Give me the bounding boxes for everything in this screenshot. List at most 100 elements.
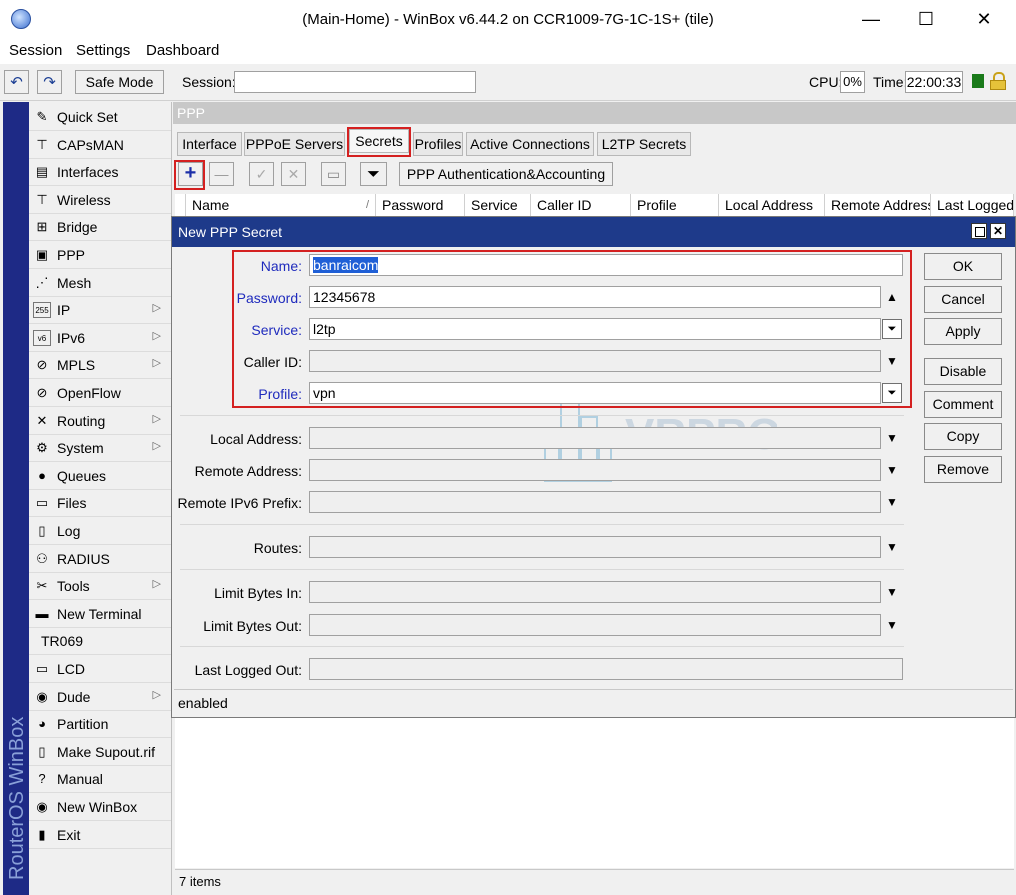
check-icon: ✓	[255, 166, 268, 182]
close-button[interactable]: ✕	[955, 0, 1013, 38]
column-remote-address[interactable]: Remote Address	[825, 194, 931, 216]
sidebar-item-new-winbox[interactable]: ◉ New WinBox	[29, 794, 171, 821]
sidebar-item-label: Tools	[57, 578, 90, 595]
disable-button[interactable]: Disable	[924, 358, 1002, 385]
sidebar-item-queues[interactable]: ● Queues	[29, 463, 171, 490]
sidebar-item-system[interactable]: ⚙ System ▷	[29, 435, 171, 463]
enable-button[interactable]: ✓	[249, 162, 274, 186]
remote-address-input[interactable]	[309, 459, 881, 481]
menu-dashboard[interactable]: Dashboard	[146, 42, 219, 59]
limit-bytes-out-input[interactable]	[309, 614, 881, 636]
dialog-title: New PPP Secret	[178, 224, 283, 240]
sidebar-item-interfaces[interactable]: ▤ Interfaces	[29, 159, 171, 187]
safe-mode-button[interactable]: Safe Mode	[75, 70, 164, 94]
column-last-logged[interactable]: Last Logged	[931, 194, 1014, 216]
column-name[interactable]: Name /	[186, 194, 376, 216]
dialog-close-button[interactable]: ✕	[990, 223, 1006, 239]
limit-bytes-in-input[interactable]	[309, 581, 881, 603]
minimize-button[interactable]: —	[842, 0, 900, 38]
menu-settings[interactable]: Settings	[76, 42, 130, 59]
sidebar-item-partition[interactable]: ◕ Partition	[29, 711, 171, 739]
sidebar-item-label: Quick Set	[57, 109, 118, 125]
filter-button[interactable]: ⏷	[360, 162, 387, 186]
column-caller-id[interactable]: Caller ID	[531, 194, 631, 216]
sidebar-item-log[interactable]: ▯ Log	[29, 518, 171, 545]
maximize-button[interactable]: ☐	[897, 0, 955, 38]
sidebar-item-routing[interactable]: ✕ Routing ▷	[29, 408, 171, 435]
cancel-button[interactable]: Cancel	[924, 286, 1002, 313]
sidebar-item-mpls[interactable]: ⊘ MPLS ▷	[29, 352, 171, 380]
sidebar-item-files[interactable]: ▭ Files	[29, 490, 171, 518]
local-address-dropdown-icon[interactable]: ▼	[881, 427, 903, 449]
remove-button[interactable]: Remove	[924, 456, 1002, 483]
sidebar-item-capsman[interactable]: ⊤ CAPsMAN	[29, 132, 171, 159]
limit-bytes-out-dropdown-icon[interactable]: ▼	[881, 614, 903, 636]
sidebar-item-dude[interactable]: ◉ Dude ▷	[29, 684, 171, 711]
sidebar-item-bridge[interactable]: ⊞ Bridge	[29, 214, 171, 242]
routes-input[interactable]	[309, 536, 881, 558]
sidebar-item-ip[interactable]: 255 IP ▷	[29, 297, 171, 325]
sidebar-item-ipv6[interactable]: v6 IPv6 ▷	[29, 325, 171, 352]
session-label: Session:	[182, 74, 236, 90]
service-dropdown-icon[interactable]: ⏷	[882, 319, 902, 339]
local-address-input[interactable]	[309, 427, 881, 449]
tab-active-connections[interactable]: Active Connections	[466, 132, 594, 156]
profile-dropdown-icon[interactable]: ⏷	[882, 383, 902, 403]
comment-button[interactable]: Comment	[924, 391, 1002, 418]
remote-ipv6-prefix-dropdown-icon[interactable]: ▼	[881, 491, 903, 513]
profile-select[interactable]: vpn	[309, 382, 881, 404]
sidebar-item-tr069[interactable]: TR069	[29, 628, 171, 656]
comment-button[interactable]: ▭	[321, 162, 346, 186]
ppp-auth-accounting-button[interactable]: PPP Authentication&Accounting	[399, 162, 613, 186]
caller-id-input[interactable]	[309, 350, 881, 372]
tab-interface[interactable]: Interface	[177, 132, 242, 156]
name-value: banraicom	[313, 257, 379, 273]
service-select[interactable]: l2tp	[309, 318, 881, 340]
routes-dropdown-icon[interactable]: ▼	[881, 536, 903, 558]
sidebar-item-openflow[interactable]: ⊘ OpenFlow	[29, 380, 171, 407]
tab-profiles[interactable]: Profiles	[413, 132, 463, 156]
disable-button[interactable]: ✕	[281, 162, 306, 186]
column-password[interactable]: Password	[376, 194, 465, 216]
dialog-restore-button[interactable]	[971, 223, 987, 239]
ppp-window-title-bar: PPP	[173, 102, 1016, 124]
sidebar-item-new-terminal[interactable]: ▬ New Terminal	[29, 601, 171, 628]
copy-button[interactable]: Copy	[924, 423, 1002, 450]
sidebar-item-radius[interactable]: ⚇ RADIUS	[29, 546, 171, 573]
column-service[interactable]: Service	[465, 194, 531, 216]
undo-button[interactable]: ↶	[4, 70, 29, 94]
name-input[interactable]: banraicom	[309, 254, 903, 276]
menu-session[interactable]: Session	[9, 42, 62, 59]
remove-button[interactable]: —	[209, 162, 234, 186]
sidebar-item-manual[interactable]: ? Manual	[29, 766, 171, 794]
column-select[interactable]	[175, 194, 186, 216]
sidebar-item-quick-set[interactable]: ✎ Quick Set	[29, 104, 171, 131]
limit-bytes-in-dropdown-icon[interactable]: ▼	[881, 581, 903, 603]
password-input[interactable]: 12345678	[309, 286, 881, 308]
session-input[interactable]	[234, 71, 476, 93]
sidebar-item-wireless[interactable]: ⊤ Wireless	[29, 187, 171, 214]
column-local-address[interactable]: Local Address	[719, 194, 825, 216]
sidebar-item-mesh[interactable]: ⋰ Mesh	[29, 270, 171, 297]
tab-pppoe-servers[interactable]: PPPoE Servers	[244, 132, 345, 156]
tab-l2tp-secrets[interactable]: L2TP Secrets	[597, 132, 691, 156]
redo-button[interactable]: ↷	[37, 70, 62, 94]
submenu-arrow-icon: ▷	[152, 688, 161, 701]
dialog-title-bar: New PPP Secret ✕	[172, 217, 1015, 247]
remote-address-dropdown-icon[interactable]: ▼	[881, 459, 903, 481]
sidebar-item-make-supout-rif[interactable]: ▯ Make Supout.rif	[29, 739, 171, 766]
password-collapse-icon[interactable]: ▲	[881, 286, 903, 308]
partition-icon: ◕	[38, 716, 46, 732]
main-toolbar: ↶ ↷ Safe Mode Session: CPU: 0% Time: 22:…	[0, 64, 1016, 101]
tools-icon: ✂	[36, 578, 48, 594]
sidebar-item-tools[interactable]: ✂ Tools ▷	[29, 573, 171, 601]
column-profile[interactable]: Profile	[631, 194, 719, 216]
remote-ipv6-prefix-input[interactable]	[309, 491, 881, 513]
apply-button[interactable]: Apply	[924, 318, 1002, 345]
sidebar-item-exit[interactable]: ▮ Exit	[29, 822, 171, 849]
sidebar-item-ppp[interactable]: ▣ PPP	[29, 242, 171, 269]
sidebar-item-label: System	[57, 440, 104, 457]
sidebar-item-lcd[interactable]: ▭ LCD	[29, 656, 171, 683]
caller-id-dropdown-icon[interactable]: ▼	[881, 350, 903, 372]
ok-button[interactable]: OK	[924, 253, 1002, 280]
